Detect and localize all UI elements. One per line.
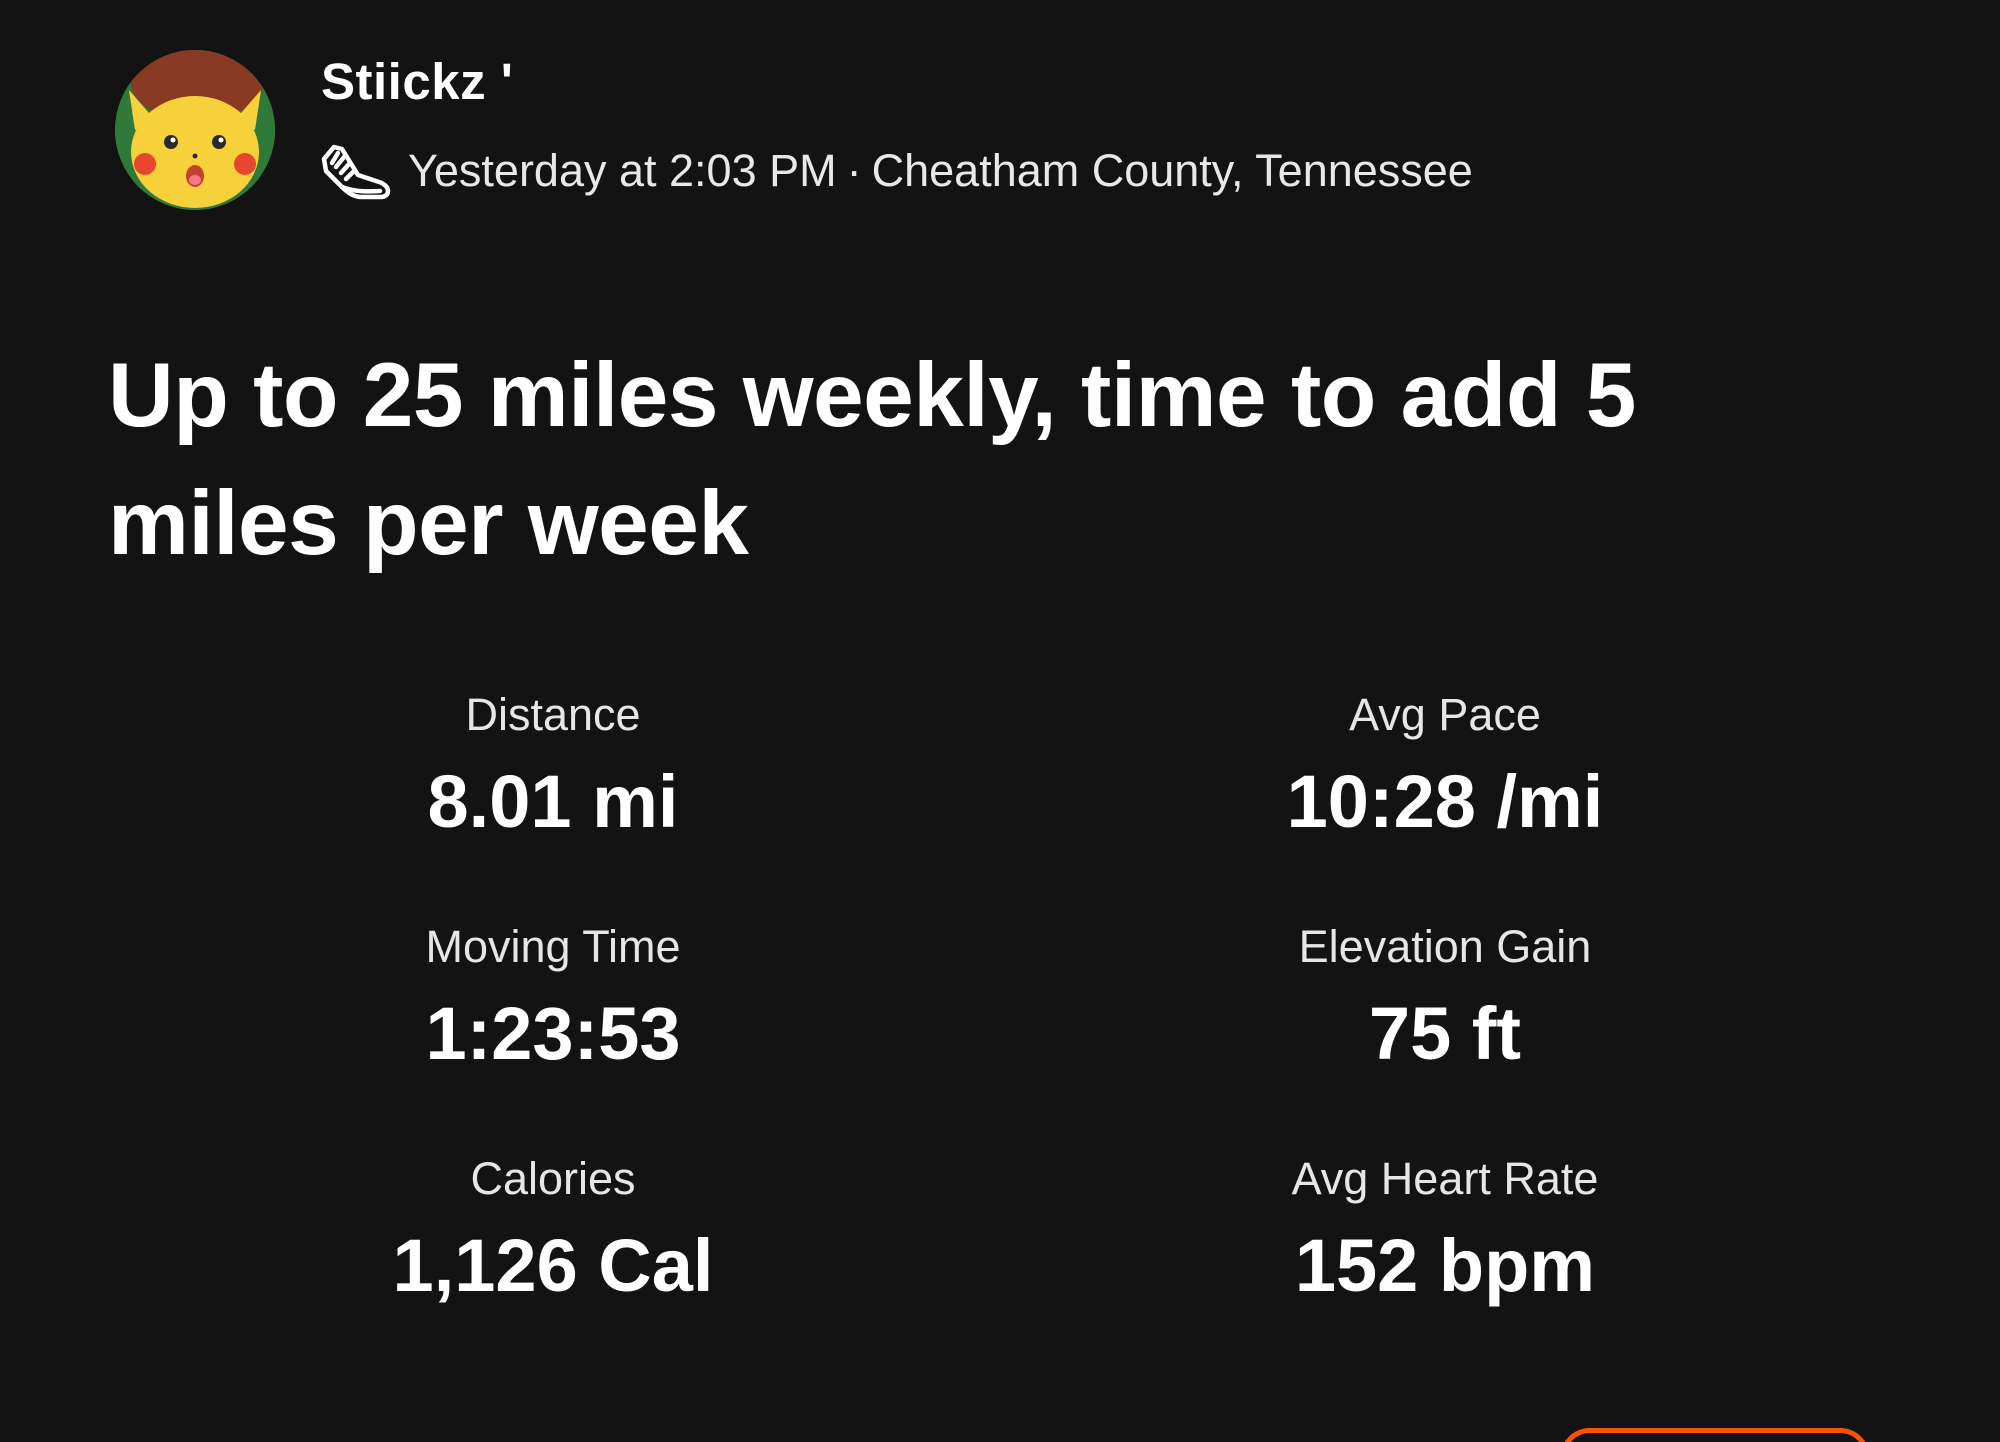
- stat-label: Avg Pace: [1349, 689, 1541, 740]
- activity-location: Cheatham County, Tennessee: [871, 145, 1473, 196]
- meta-separator: ·: [846, 145, 862, 196]
- avatar-image: [115, 50, 275, 210]
- running-shoe-icon: [318, 139, 394, 203]
- stat-avg-heart-rate: Avg Heart Rate 152 bpm: [1095, 1144, 1795, 1314]
- stat-label: Moving Time: [425, 921, 681, 972]
- stat-label: Calories: [470, 1153, 636, 1204]
- stat-value: 1,126 Cal: [392, 1224, 714, 1307]
- stat-value: 10:28 /mi: [1286, 760, 1604, 843]
- post-header: Stiickz ' Yesterday at 2:03 PM · Cheatha…: [115, 50, 1815, 220]
- stat-label: Avg Heart Rate: [1291, 1153, 1599, 1204]
- avatar[interactable]: [115, 50, 275, 210]
- stat-label: Elevation Gain: [1298, 921, 1592, 972]
- activity-timestamp: Yesterday at 2:03 PM: [408, 145, 837, 196]
- activity-meta: Yesterday at 2:03 PM · Cheatham County, …: [318, 136, 1473, 206]
- stat-value: 1:23:53: [425, 992, 681, 1075]
- stat-moving-time: Moving Time 1:23:53: [203, 912, 903, 1082]
- cut-off-button[interactable]: [1560, 1428, 1870, 1442]
- user-name[interactable]: Stiickz ': [321, 52, 513, 111]
- stat-avg-pace: Avg Pace 10:28 /mi: [1095, 680, 1795, 850]
- stat-value: 75 ft: [1368, 992, 1522, 1075]
- stat-value: 152 bpm: [1294, 1224, 1596, 1307]
- stat-calories: Calories 1,126 Cal: [203, 1144, 903, 1314]
- activity-title[interactable]: Up to 25 miles weekly, time to add 5 mil…: [108, 332, 1848, 588]
- stat-distance: Distance 8.01 mi: [203, 680, 903, 850]
- stat-label: Distance: [465, 689, 641, 740]
- stat-value: 8.01 mi: [427, 760, 679, 843]
- stat-elevation-gain: Elevation Gain 75 ft: [1095, 912, 1795, 1082]
